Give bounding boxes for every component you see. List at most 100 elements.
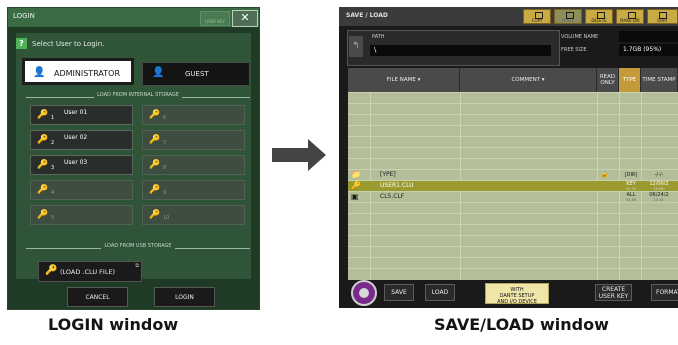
popup-indicator-icon: ⧉ (135, 263, 139, 269)
user-key-slot-5[interactable]: 🔑 5 (30, 205, 133, 225)
login-title: LOGIN (13, 12, 35, 20)
free-size-label: FREE SIZE (561, 47, 587, 53)
key-icon: 🔑 (45, 265, 58, 276)
usb-storage-label: LOAD FROM USB STORAGE (101, 243, 175, 249)
path-value: \ (370, 45, 551, 56)
create-user-key-button[interactable]: CREATE USER KEY (595, 284, 632, 301)
administrator-label: ADMINISTRATOR (53, 69, 121, 78)
column-label: TYPE (622, 77, 637, 83)
slot-number: 8 (163, 165, 167, 171)
login-button[interactable]: LOGIN (154, 287, 215, 307)
file-name: USER1.CLU (380, 182, 414, 189)
key-icon: 🔑 (37, 210, 49, 220)
close-button[interactable]: ✕ (232, 10, 258, 27)
storage-disc-icon (351, 280, 377, 306)
path-label: PATH (372, 34, 385, 40)
guest-button[interactable]: 👤 GUEST (142, 62, 250, 86)
file-name: [YPE] (380, 171, 396, 178)
folder-icon: 📁 (351, 170, 361, 179)
slot-number: 1 (51, 115, 55, 121)
save-load-title-bar: SAVE / LOAD COPY PASTE DELETE MAKE DIR S… (339, 7, 678, 26)
guest-label: GUEST (185, 70, 209, 78)
key-icon: 🔑 (149, 185, 161, 195)
free-size-value: 1.7GB (95%) (619, 44, 678, 56)
load-button[interactable]: LOAD (425, 284, 455, 301)
key-icon: 🔑 (149, 110, 161, 120)
user-key-slot-2[interactable]: 🔑 2 User 02 (30, 130, 133, 150)
table-row[interactable] (348, 268, 678, 280)
internal-storage-label: LOAD FROM INTERNAL STORAGE (94, 92, 182, 98)
user-icon: 👤 (152, 67, 165, 78)
file-stamp: -/-/- (654, 172, 664, 178)
make-dir-button[interactable]: MAKE DIR (616, 9, 644, 24)
column-file-name[interactable]: FILE NAME ▾ (348, 68, 460, 92)
user-key-slot-9[interactable]: 🔑 9 (142, 180, 245, 200)
slot-number: 10 (163, 215, 170, 221)
slot-number: 4 (51, 190, 55, 196)
create-label-2: USER KEY (598, 293, 629, 300)
with-dante-setup-button[interactable]: WITH DANTE SETUP AND I/O DEVICE (485, 283, 549, 305)
key-icon: 🔑 (37, 185, 49, 195)
load-clu-file-label: (LOAD .CLU FILE) (60, 268, 116, 276)
parent-directory-button[interactable]: ↰ (349, 36, 363, 57)
column-time-stamp[interactable]: TIME STAMP (641, 68, 678, 92)
volume-name-label: VOLUME NAME (561, 34, 599, 40)
internal-storage-section: LOAD FROM INTERNAL STORAGE (26, 92, 250, 102)
user-key-slot-7[interactable]: 🔑 7 (142, 130, 245, 150)
login-title-bar: LOGIN USER KEY ✕ (8, 8, 259, 27)
dante-label-3: AND I/O DEVICE (497, 299, 537, 305)
key-icon: 🔑 (149, 160, 161, 170)
login-prompt-text: Select User to Login. (32, 40, 105, 48)
save-button[interactable]: SAVE (384, 284, 414, 301)
paste-button[interactable]: PASTE (554, 9, 582, 24)
slot-name: User 03 (64, 159, 88, 166)
user-key-slot-3[interactable]: 🔑 3 User 03 (30, 155, 133, 175)
cancel-button[interactable]: CANCEL (67, 287, 128, 307)
key-icon: 🔑 (37, 110, 49, 120)
save-load-window: SAVE / LOAD COPY PASTE DELETE MAKE DIR S… (339, 7, 678, 308)
slot-number: 7 (163, 140, 167, 146)
column-label: READ ONLY (599, 73, 616, 86)
login-window: LOGIN USER KEY ✕ ? Select User to Login. … (7, 7, 260, 310)
slot-number: 9 (163, 190, 167, 196)
user-key-slot-6[interactable]: 🔑 6 (142, 105, 245, 125)
column-label: FILE NAME (386, 77, 416, 83)
copy-button[interactable]: COPY (523, 9, 551, 24)
save-load-title: SAVE / LOAD (346, 12, 388, 19)
column-type[interactable]: TYPE (619, 68, 641, 92)
create-label-1: CREATE (601, 286, 626, 293)
column-label: TIME STAMP (642, 76, 676, 83)
user-key-top-button[interactable]: USER KEY (200, 11, 230, 26)
user-key-slot-10[interactable]: 🔑 10 (142, 205, 245, 225)
delete-button[interactable]: DELETE (585, 9, 613, 24)
column-comment[interactable]: COMMENT ▾ (460, 68, 597, 92)
save-load-window-caption: SAVE/LOAD window (434, 315, 609, 334)
user-key-slot-1[interactable]: 🔑 1 User 01 (30, 105, 133, 125)
login-prompt: ? Select User to Login. (16, 38, 104, 49)
load-clu-file-button[interactable]: 🔑 (LOAD .CLU FILE) ⧉ (38, 261, 142, 282)
file-name: CL5.CLF (380, 193, 405, 200)
file-type: [DIR] (624, 172, 638, 178)
slot-name: User 01 (64, 109, 88, 116)
column-read-only[interactable]: READ ONLY (597, 68, 619, 92)
slot-name: User 02 (64, 134, 88, 141)
administrator-button[interactable]: 👤 ADMINISTRATOR (22, 58, 134, 85)
slot-number: 2 (51, 140, 55, 146)
cl-file-icon: ▣ (351, 192, 359, 201)
user-key-slot-4[interactable]: 🔑 4 (30, 180, 133, 200)
usb-storage-section: LOAD FROM USB STORAGE (26, 243, 250, 253)
key-icon: 🔑 (37, 160, 49, 170)
user-key-file-icon: 🔑 (351, 181, 361, 190)
sort-button[interactable]: SORT (647, 9, 678, 24)
slot-number: 5 (51, 215, 55, 221)
volume-name-value (619, 31, 678, 42)
key-icon: 🔑 (149, 210, 161, 220)
user-key-slot-8[interactable]: 🔑 8 (142, 155, 245, 175)
key-icon: 🔑 (149, 135, 161, 145)
login-window-caption: LOGIN window (48, 315, 179, 334)
lock-icon: 🔒 (600, 170, 609, 178)
arrow-icon (272, 139, 326, 171)
slot-number: 6 (163, 115, 167, 121)
format-button[interactable]: FORMAT (651, 284, 678, 301)
help-icon[interactable]: ? (16, 38, 27, 49)
